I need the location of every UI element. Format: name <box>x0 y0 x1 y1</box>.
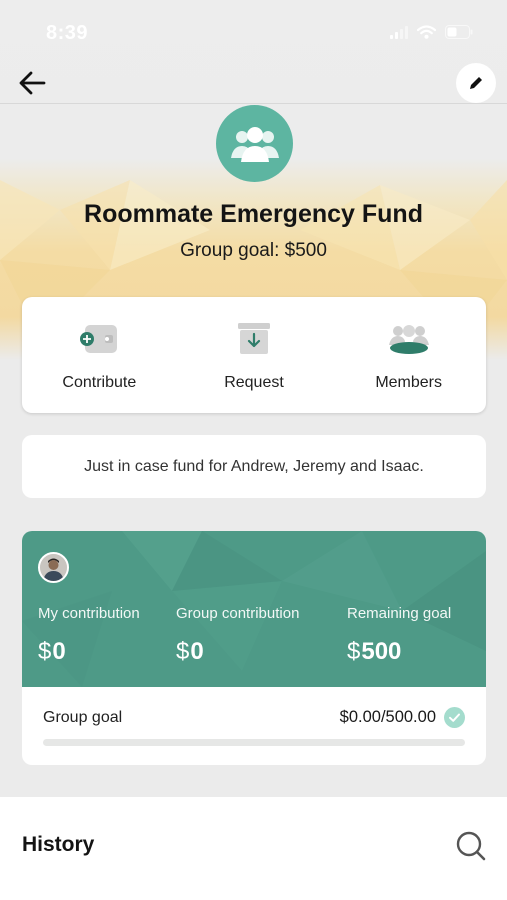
top-nav <box>0 62 507 104</box>
description-card: Just in case fund for Andrew, Jeremy and… <box>22 435 486 498</box>
signal-icon <box>390 25 408 39</box>
group-contribution-label: Group contribution <box>176 605 300 622</box>
status-icons <box>390 25 473 39</box>
group-contribution-value: $0 <box>176 638 299 666</box>
my-contribution-amount: 0 <box>52 638 66 665</box>
arrow-left-icon <box>19 71 46 95</box>
wifi-icon <box>417 25 436 39</box>
edit-button[interactable] <box>456 63 496 103</box>
group-contribution: Group contribution $0 <box>176 605 299 666</box>
group-goal-text: Group goal: $500 <box>180 240 327 261</box>
wallet-add-icon <box>79 321 119 357</box>
inbox-download-icon <box>237 321 271 357</box>
history-title: History <box>22 833 95 856</box>
battery-icon <box>445 25 473 39</box>
group-goal-amount: $0.00/500.00 <box>339 708 436 726</box>
search-button[interactable] <box>455 830 487 862</box>
currency-symbol: $ <box>347 638 361 665</box>
history-panel: History <box>0 797 507 900</box>
remaining-goal-label: Remaining goal <box>347 605 452 622</box>
group-description: Just in case fund for Andrew, Jeremy and… <box>84 457 424 475</box>
group-contribution-amount: 0 <box>190 638 204 665</box>
status-time: 8:39 <box>46 22 89 44</box>
remaining-goal-amount: 500 <box>361 638 402 665</box>
group-goal-row: Group goal $0.00/500.00 <box>43 707 465 728</box>
search-icon <box>456 831 486 861</box>
group-goal-status: $0.00/500.00 <box>340 707 465 728</box>
currency-symbol: $ <box>38 638 52 665</box>
request-button[interactable]: Request <box>177 297 332 413</box>
members-icon <box>388 321 430 357</box>
goal-progress-bar <box>43 739 465 746</box>
group-avatar <box>216 105 293 182</box>
my-contribution-label: My contribution <box>38 605 140 622</box>
page-title: Roommate Emergency Fund <box>84 200 423 228</box>
currency-symbol: $ <box>176 638 190 665</box>
actions-card: Contribute Request Members <box>22 297 486 413</box>
group-goal-label: Group goal <box>43 708 123 726</box>
members-button[interactable]: Members <box>331 297 486 413</box>
my-contribution: My contribution $0 <box>38 605 140 666</box>
remaining-goal: Remaining goal $500 <box>347 605 451 666</box>
user-avatar <box>38 552 69 583</box>
stats-card: My contribution $0 Group contribution $0… <box>22 531 486 765</box>
contribute-button[interactable]: Contribute <box>22 297 177 413</box>
members-label: Members <box>375 374 443 391</box>
status-bar: 8:39 <box>0 0 507 64</box>
group-people-icon <box>230 126 279 162</box>
back-button[interactable] <box>16 68 50 98</box>
contribute-label: Contribute <box>62 374 137 391</box>
pencil-icon <box>470 77 482 89</box>
check-circle-icon <box>444 707 465 728</box>
contribution-summary: My contribution $0 Group contribution $0… <box>22 531 486 687</box>
my-contribution-value: $0 <box>38 638 140 666</box>
remaining-goal-value: $500 <box>347 638 451 666</box>
request-label: Request <box>224 374 284 391</box>
